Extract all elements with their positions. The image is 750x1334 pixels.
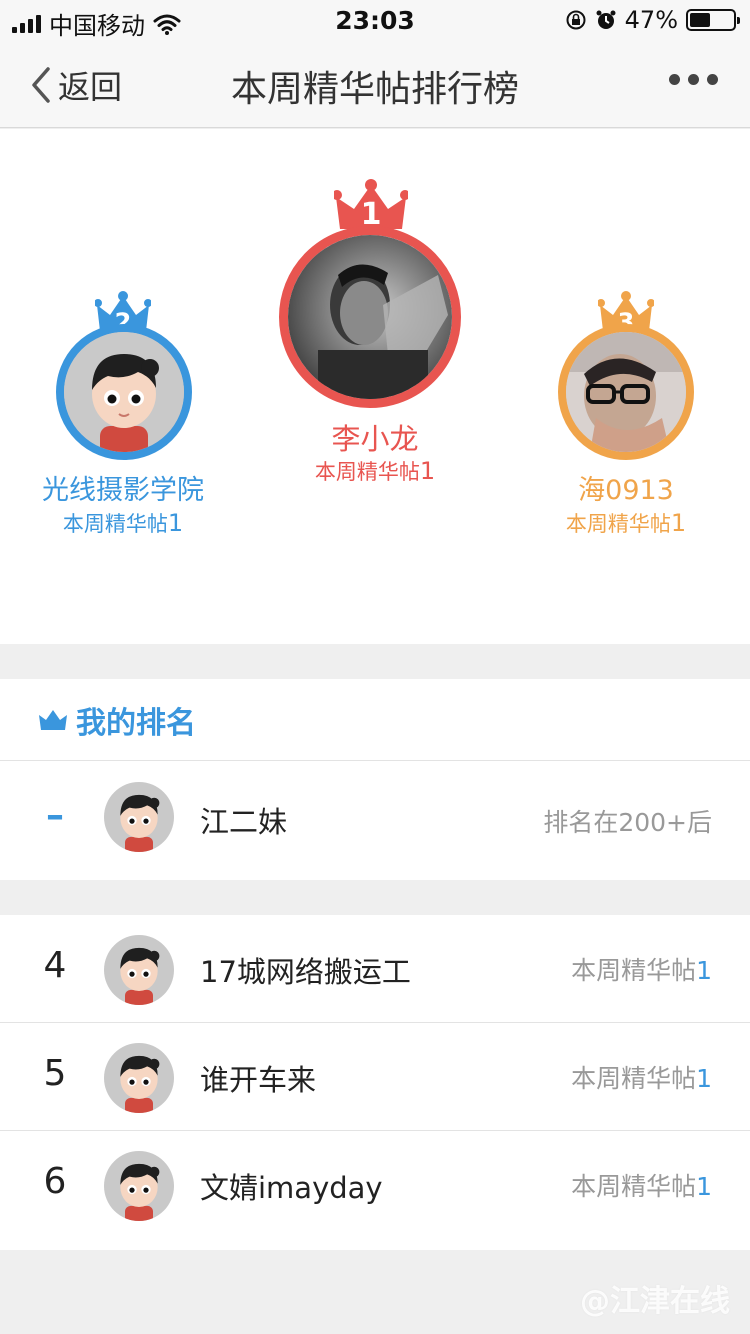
- default-avatar-icon: [64, 332, 184, 452]
- podium-third[interactable]: 3 海0913 本周精华帖1: [500, 129, 750, 549]
- battery-icon: [686, 9, 740, 31]
- battery-fill: [690, 13, 710, 27]
- post-count: 本周精华帖1: [571, 1167, 712, 1203]
- stat-label: 本周精华帖: [571, 1064, 697, 1093]
- stat-label: 本周精华帖: [314, 460, 420, 484]
- rotation-lock-icon: [566, 10, 586, 30]
- avatar[interactable]: [104, 782, 174, 852]
- stat-value: 1: [167, 509, 184, 537]
- default-avatar-icon: [104, 1043, 174, 1113]
- default-avatar-icon: [104, 782, 174, 852]
- podium-stat: 本周精华帖1: [0, 508, 253, 538]
- top-three-podium: 1 李小龙 本周精华帖1 2 光线摄影学院 本周精华帖1 3 海0913 本周精…: [0, 129, 750, 644]
- my-rank-section: 我的排名 – 江二妹 排名在200+后: [0, 679, 750, 880]
- battery-percent: 47%: [624, 6, 678, 34]
- watermark: @江津在线: [580, 1284, 730, 1319]
- rank-number: 4: [43, 945, 67, 986]
- avatar[interactable]: [104, 1151, 174, 1221]
- stat-label: 本周精华帖: [571, 956, 697, 985]
- stat-value: 1: [696, 1064, 712, 1093]
- post-count: 本周精华帖1: [571, 1059, 712, 1095]
- rank-number: 5: [43, 1053, 67, 1094]
- podium-stat: 本周精华帖1: [245, 456, 505, 486]
- more-dot-icon: [669, 74, 680, 85]
- stat-label: 本周精华帖: [565, 512, 671, 536]
- rank-number: 6: [43, 1161, 67, 1202]
- my-rank-header: 我的排名: [0, 679, 750, 761]
- my-rank-title: 我的排名: [76, 705, 196, 741]
- alarm-icon: [596, 10, 616, 29]
- avatar-photo: [288, 235, 452, 399]
- more-dot-icon: [688, 74, 699, 85]
- list-item[interactable]: 4 17城网络搬运工 本周精华帖1: [0, 915, 750, 1022]
- stat-value: 1: [696, 1172, 712, 1201]
- status-right: 47%: [565, 6, 740, 34]
- avatar[interactable]: [558, 324, 694, 460]
- avatar[interactable]: [104, 1043, 174, 1113]
- avatar[interactable]: [104, 935, 174, 1005]
- user-name: 江二妹: [200, 805, 288, 839]
- status-bar: 中国移动 23:03 47%: [0, 0, 750, 40]
- post-count: 本周精华帖1: [571, 951, 712, 987]
- user-name: 谁开车来: [200, 1063, 317, 1097]
- avatar[interactable]: [56, 324, 192, 460]
- podium-name: 李小龙: [331, 422, 419, 456]
- podium-second[interactable]: 2 光线摄影学院 本周精华帖1: [0, 129, 250, 549]
- page-title: 本周精华帖排行榜: [230, 69, 519, 110]
- stat-value: 1: [419, 457, 436, 485]
- user-name: 17城网络搬运工: [200, 955, 411, 989]
- rank-status: 排名在200+后: [543, 808, 712, 837]
- stat-label: 本周精华帖: [571, 1172, 697, 1201]
- rank-number: –: [46, 795, 64, 836]
- stat-label: 本周精华帖: [62, 512, 168, 536]
- podium-name: 光线摄影学院: [42, 475, 204, 506]
- stat-value: 1: [670, 509, 687, 537]
- crown-icon: [39, 709, 67, 730]
- more-button[interactable]: [669, 74, 718, 85]
- default-avatar-icon: [104, 1151, 174, 1221]
- podium-stat: 本周精华帖1: [496, 508, 750, 538]
- default-avatar-icon: [104, 935, 174, 1005]
- nav-bar: 返回 本周精华帖排行榜: [0, 40, 750, 128]
- avatar-photo: [566, 332, 686, 452]
- ranking-list: 4 17城网络搬运工 本周精华帖1 5 谁开车来 本周精华帖1 6 文婧imay…: [0, 915, 750, 1250]
- more-dot-icon: [707, 74, 718, 85]
- list-item[interactable]: 6 文婧imayday 本周精华帖1: [0, 1131, 750, 1238]
- podium-name: 海0913: [578, 475, 674, 506]
- avatar[interactable]: [279, 226, 461, 408]
- stat-value: 1: [696, 956, 712, 985]
- my-rank-row[interactable]: – 江二妹 排名在200+后: [0, 761, 750, 880]
- list-item[interactable]: 5 谁开车来 本周精华帖1: [0, 1023, 750, 1130]
- user-name: 文婧imayday: [200, 1171, 383, 1205]
